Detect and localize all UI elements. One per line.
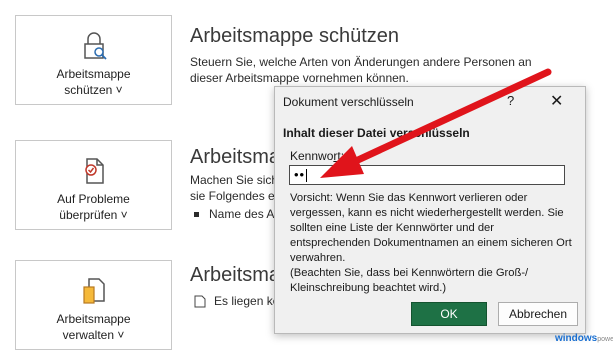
text-caret	[306, 169, 308, 183]
dialog-title: Dokument verschlüsseln	[283, 95, 414, 109]
help-button[interactable]: ?	[507, 93, 514, 108]
workbook-manage-icon	[82, 278, 105, 304]
manage-workbook-button[interactable]: Arbeitsmappe verwalten ˅	[15, 260, 172, 350]
password-label: Kennwort:	[290, 149, 345, 163]
encrypt-document-dialog: Dokument verschlüsseln ? ✕ Inhalt dieser…	[274, 86, 586, 334]
password-warning: Vorsicht: Wenn Sie das Kennwort verliere…	[290, 192, 572, 294]
protect-workbook-label: Arbeitsmappe schützen ˅	[56, 67, 131, 97]
password-field[interactable]: ••	[289, 165, 565, 185]
watermark-logo: windowspower	[555, 333, 613, 344]
protect-section-desc-2: dieser Arbeitsmappe vornehmen können.	[190, 71, 409, 85]
protect-workbook-button[interactable]: Arbeitsmappe schützen ˅	[15, 15, 172, 105]
document-check-icon	[84, 158, 104, 184]
check-issues-button[interactable]: Auf Probleme überprüfen ˅	[15, 140, 172, 230]
inspect-section-desc-2: sie Folgendes er	[190, 189, 279, 203]
document-icon	[194, 295, 206, 308]
check-issues-label: Auf Probleme überprüfen ˅	[57, 192, 130, 222]
close-icon[interactable]: ✕	[550, 91, 563, 111]
dialog-heading: Inhalt dieser Datei verschlüsseln	[283, 126, 470, 140]
protect-section-title: Arbeitsmappe schützen	[190, 25, 400, 47]
inspect-section-desc-1: Machen Sie sich	[190, 173, 279, 187]
manage-workbook-label: Arbeitsmappe verwalten ˅	[56, 312, 131, 342]
lock-search-icon	[83, 32, 107, 60]
bullet-icon	[194, 212, 199, 218]
inspect-bullet: Name des A	[194, 207, 274, 221]
protect-section-desc-1: Steuern Sie, welche Arten von Änderungen…	[190, 55, 532, 69]
cancel-button[interactable]: Abbrechen	[498, 302, 578, 326]
ok-button[interactable]: OK	[411, 302, 487, 326]
